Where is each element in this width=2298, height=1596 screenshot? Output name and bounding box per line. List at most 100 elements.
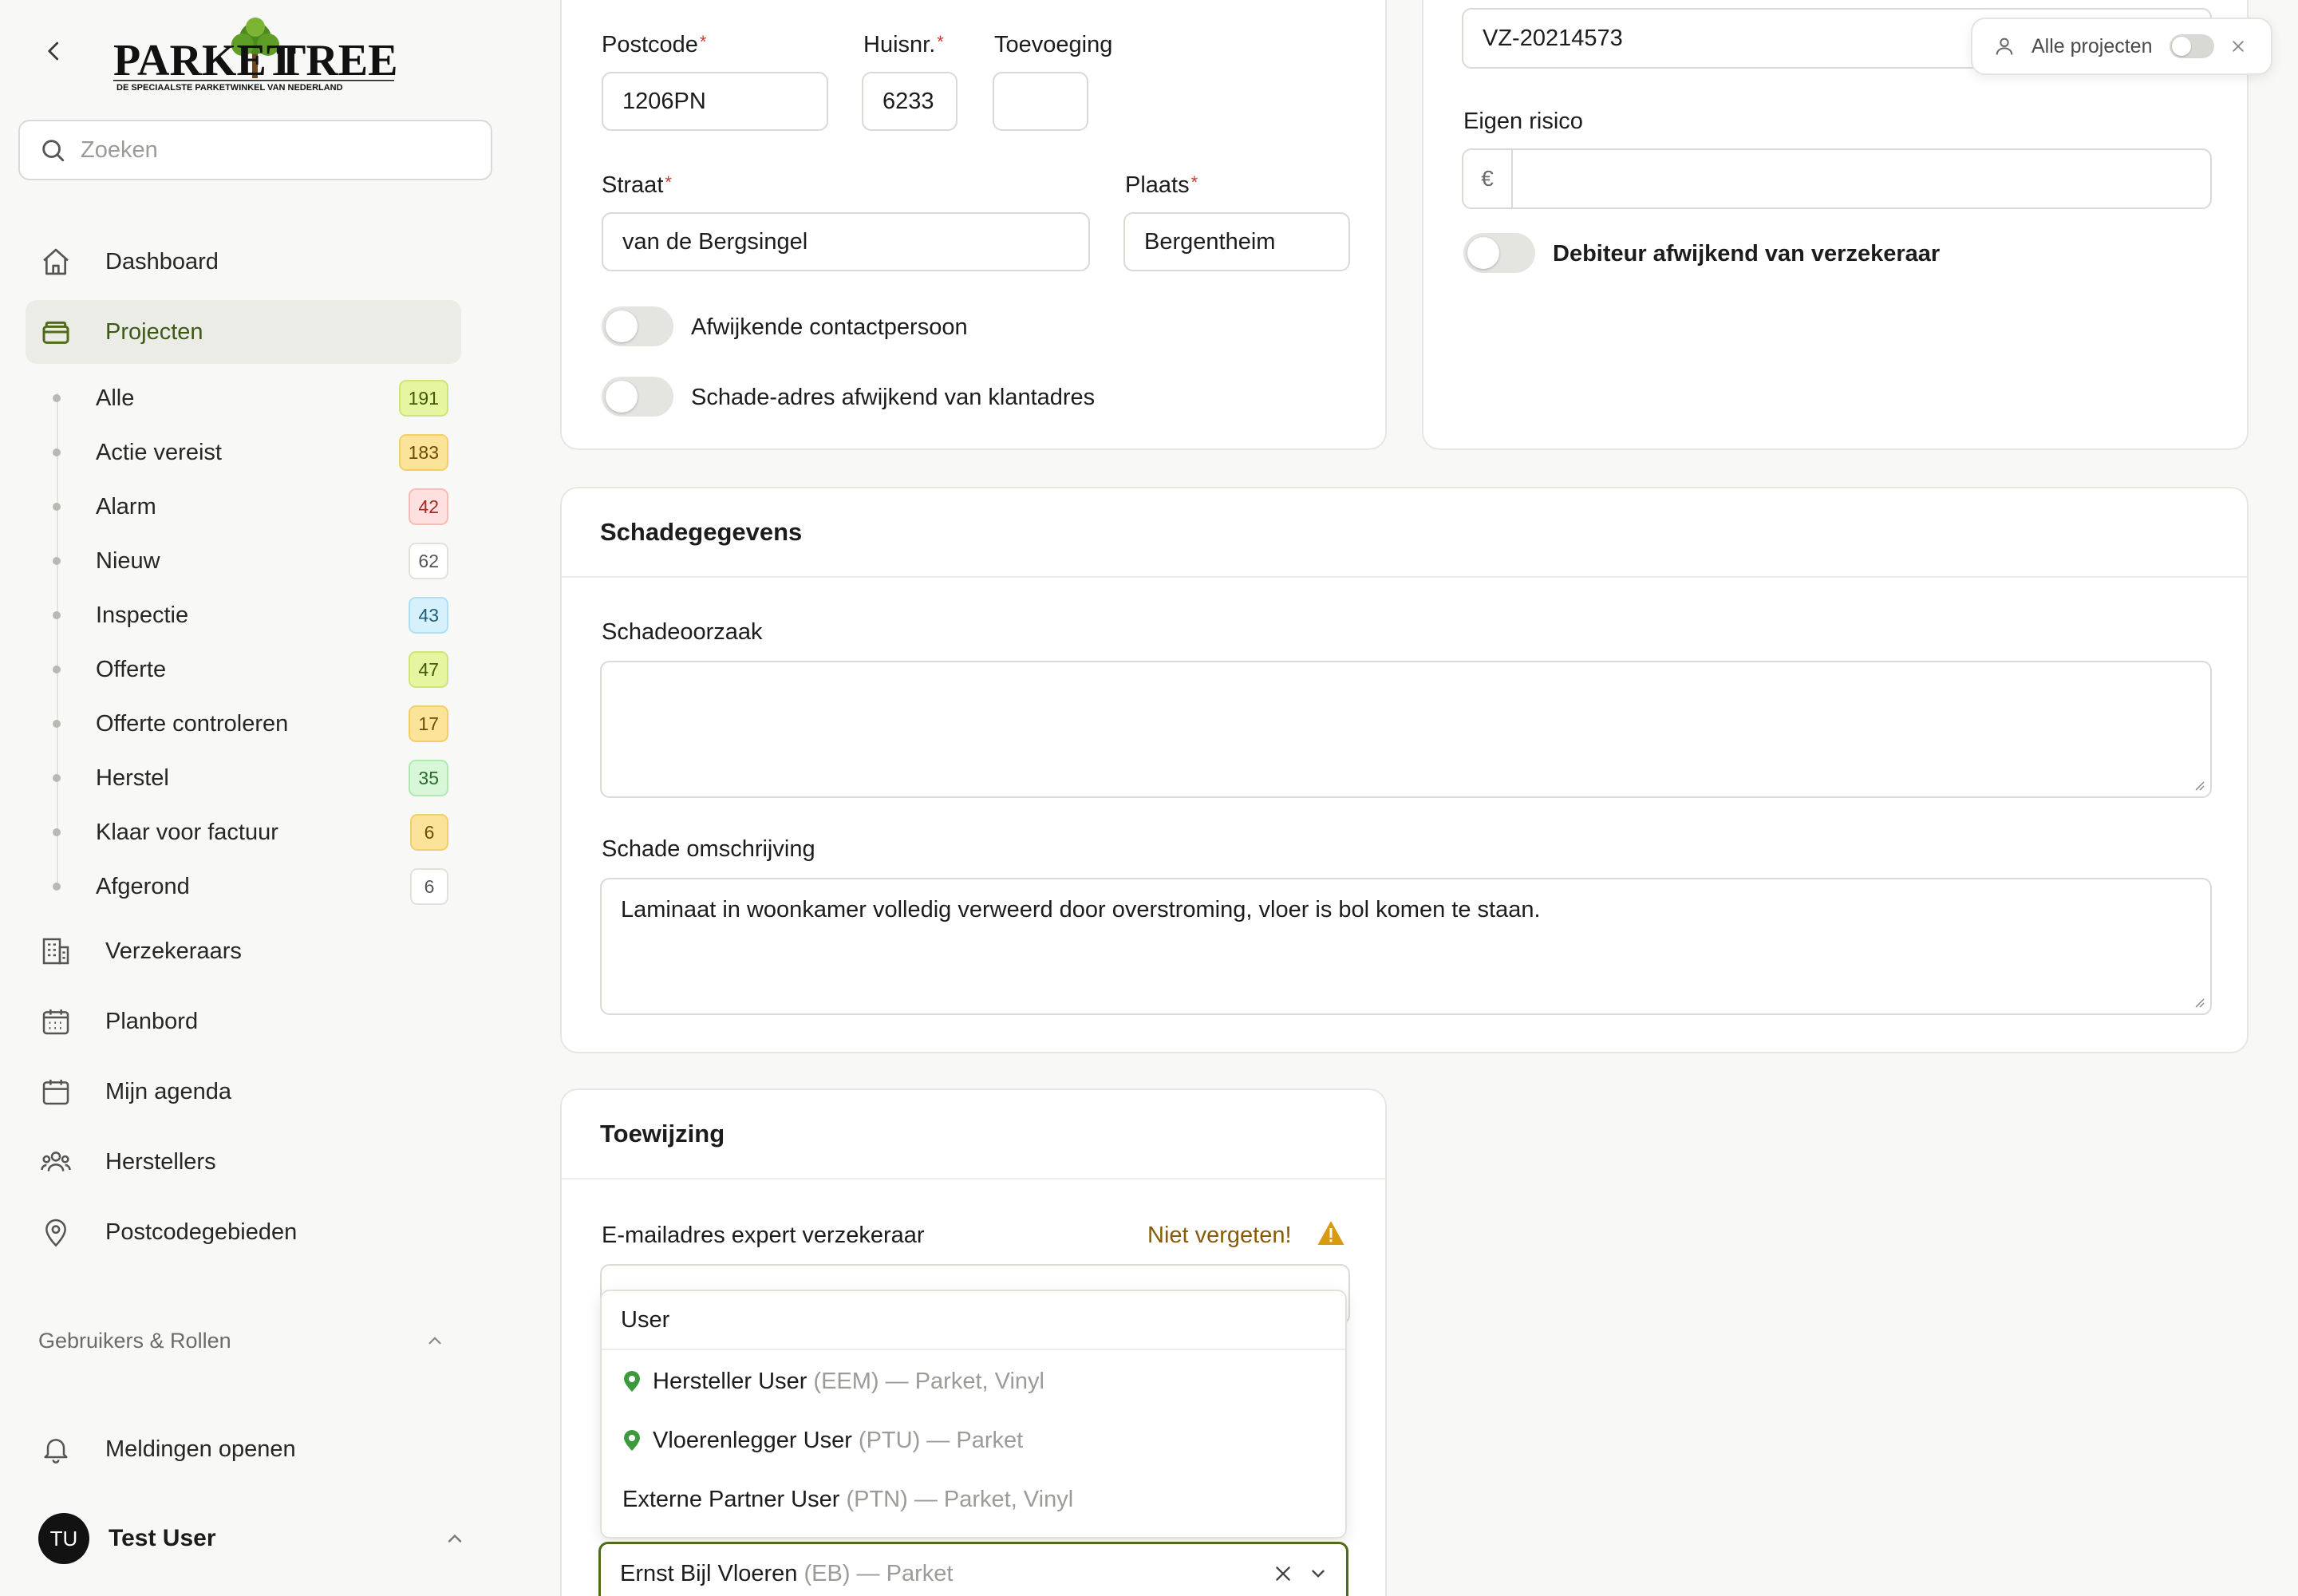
eigen-risico-field[interactable]: € [1462,148,2212,209]
search-box[interactable] [18,120,492,180]
nav-planbord[interactable]: Planbord [26,990,461,1053]
sub-item-alle[interactable]: Alle 191 [49,375,453,421]
map-pin-icon [622,1429,642,1452]
sub-item-herstel[interactable]: Herstel 35 [49,755,453,801]
dropdown-option[interactable]: Hersteller User (EEM) — Parket, Vinyl [602,1352,1345,1411]
section-gebruikers-rollen[interactable]: Gebruikers & Rollen [38,1325,445,1357]
sub-item-label: Actie vereist [96,439,222,465]
nav-herstellers[interactable]: Herstellers [26,1130,461,1194]
sub-item-inspectie[interactable]: Inspectie 43 [49,592,453,638]
toevoeging-field[interactable] [993,72,1088,131]
schade-adres-toggle[interactable] [602,377,673,417]
bullet [53,557,61,565]
eigen-risico-input[interactable] [1530,165,2210,192]
selected-name: Ernst Bijl Vloeren [620,1560,798,1586]
bell-icon [38,1432,73,1467]
currency-addon: € [1463,150,1514,207]
sub-item-label: Alarm [96,493,156,519]
dropdown-option[interactable]: Vloerenlegger User (PTU) — Parket [602,1411,1345,1470]
huisnr-input[interactable] [882,88,956,115]
assignee-select[interactable]: Ernst Bijl Vloeren (EB) — Parket [598,1542,1348,1596]
map-pin-icon [622,1370,642,1393]
sub-item-klaar-voor-factuur[interactable]: Klaar voor factuur 6 [49,809,453,855]
count-badge: 17 [409,705,448,742]
chevron-left-icon [48,41,59,61]
map-pin-icon [38,1215,73,1250]
clear-icon[interactable] [1273,1563,1293,1584]
option-suffix: (EEM) — Parket, Vinyl [807,1368,1044,1394]
count-badge: 42 [409,488,448,525]
sub-item-actie-vereist[interactable]: Actie vereist 183 [49,429,453,476]
sub-item-label: Herstel [96,764,169,791]
address-card: Postcode* Huisnr.* Toevoeging Straat* Pl… [560,0,1387,450]
schadeoorzaak-textarea[interactable] [600,661,2212,798]
back-button[interactable] [38,35,70,67]
nav-label: Verzekeraars [105,938,242,964]
pill-label: Alle projecten [2031,34,2153,57]
user-name: Test User [109,1525,216,1551]
nav-projecten[interactable]: Projecten [26,300,461,364]
chevron-up-icon [448,1534,462,1543]
nav-verzekeraars[interactable]: Verzekeraars [26,919,461,983]
sub-item-offerte[interactable]: Offerte 47 [49,646,453,693]
schade-omschrijving-textarea[interactable]: Laminaat in woonkamer volledig verweerd … [600,878,2212,1015]
debiteur-toggle[interactable] [1463,233,1535,273]
plaats-input[interactable] [1144,228,1348,255]
nav-meldingen[interactable]: Meldingen openen [26,1417,461,1481]
debiteur-toggle-label: Debiteur afwijkend van verzekeraar [1553,241,1941,267]
sub-item-nieuw[interactable]: Nieuw 62 [49,538,453,584]
toggle-knob [606,310,638,342]
huisnr-field[interactable] [862,72,958,131]
count-badge: 62 [409,543,448,579]
sub-item-label: Offerte controleren [96,710,289,737]
resize-grip-icon[interactable] [2191,777,2205,792]
nav-label: Mijn agenda [105,1078,231,1104]
toggle-knob [1467,237,1499,269]
option-name: Vloerenlegger User [653,1427,852,1453]
sub-item-afgerond[interactable]: Afgerond 6 [49,863,453,910]
dropdown-option[interactable]: Externe Partner User (PTN) — Parket, Vin… [602,1470,1345,1529]
sub-item-offerte-controleren[interactable]: Offerte controleren 17 [49,701,453,747]
resize-grip-icon[interactable] [2191,994,2205,1009]
postcode-input[interactable] [622,88,827,115]
nav-dashboard[interactable]: Dashboard [26,230,461,294]
option-name: Externe Partner User [622,1486,840,1512]
straat-input[interactable] [622,228,1088,255]
warning-icon [1317,1221,1344,1245]
user-menu[interactable]: TU Test User [38,1512,469,1565]
contactpersoon-toggle[interactable] [602,306,673,346]
toevoeging-input[interactable] [1013,88,1087,115]
option-suffix: (PTN) — Parket, Vinyl [839,1486,1074,1512]
bullet [53,503,61,511]
logo-tagline: DE SPECIAALSTE PARKETWINKEL VAN NEDERLAN… [116,83,343,93]
count-badge: 6 [410,868,448,905]
search-icon [42,140,65,162]
bullet [53,666,61,674]
dropdown-search[interactable]: User [602,1291,1345,1350]
count-badge: 43 [409,597,448,634]
sub-item-label: Offerte [96,656,167,682]
sub-item-label: Klaar voor factuur [96,819,278,845]
close-button[interactable] [2230,38,2246,54]
chevron-down-icon[interactable] [1308,1563,1329,1584]
project-filter-pill: Alle projecten [1971,18,2272,75]
nav-mijn-agenda[interactable]: Mijn agenda [26,1060,461,1124]
plaats-field[interactable] [1123,212,1350,271]
postcode-field[interactable] [602,72,828,131]
toevoeging-label: Toevoeging [994,32,1113,57]
sub-item-alarm[interactable]: Alarm 42 [49,484,453,530]
bullet [53,448,61,456]
toggle-knob [2172,37,2192,56]
assignee-dropdown: User Hersteller User (EEM) — Parket, Vin… [600,1290,1347,1539]
schadeoorzaak-label: Schadeoorzaak [602,619,763,645]
nav-postcodegebieden[interactable]: Postcodegebieden [26,1200,461,1264]
email-expert-label: E-mailadres expert verzekeraar [602,1223,925,1248]
search-input[interactable] [81,136,464,164]
calendar-grid-icon [38,1004,73,1039]
straat-field[interactable] [602,212,1090,271]
svg-text:TREE: TREE [276,36,398,85]
bullet [53,883,61,891]
nav-label: Meldingen openen [105,1436,296,1462]
alle-projecten-toggle[interactable] [2170,34,2215,58]
huisnr-label: Huisnr.* [863,32,944,57]
